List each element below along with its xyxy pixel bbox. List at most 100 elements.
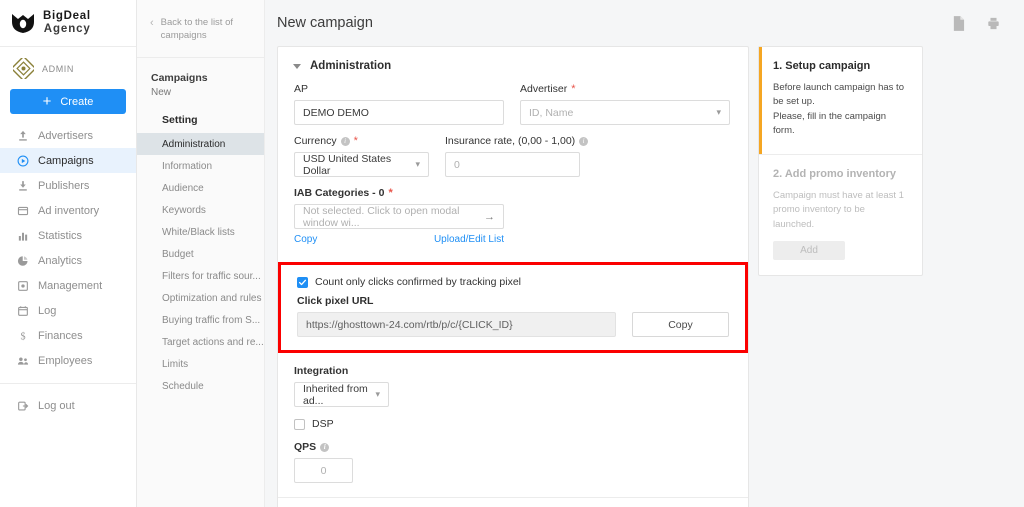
create-button[interactable]: + Create (10, 89, 126, 114)
qps-input[interactable]: 0 (294, 458, 353, 483)
administration-form-card: Administration AP DEMO DEMO Advertiser *… (277, 46, 749, 507)
iab-links: Copy Upload/Edit List (294, 234, 504, 245)
qps-label-text: QPS (294, 441, 317, 453)
required-marker: * (571, 83, 576, 95)
subnav-item-white-black-lists[interactable]: White/Black lists (137, 221, 264, 243)
subnav-item-schedule[interactable]: Schedule (137, 375, 264, 397)
breadcrumb: Campaigns New (137, 58, 264, 104)
click-pixel-url-label: Click pixel URL (297, 295, 374, 307)
subnav-item-limits[interactable]: Limits (137, 353, 264, 375)
sidebar-item-employees[interactable]: Employees (0, 348, 136, 373)
brand-line-2: Agency (43, 23, 91, 35)
sidebar-nav: Advertisers Campaigns Publishers Ad inve… (0, 123, 136, 418)
info-icon[interactable]: i (579, 136, 589, 146)
sidebar-item-analytics[interactable]: Analytics (0, 248, 136, 273)
main-content: New campaign Administration AP DEMO DEMO… (265, 0, 1024, 507)
row-currency-insurance: Currency i * USD United States Dollar ▾ (294, 135, 732, 177)
iab-placeholder: Not selected. Click to open modal window… (303, 204, 460, 229)
subnav-item-keywords[interactable]: Keywords (137, 199, 264, 221)
brand-text: BigDeal Agency (43, 10, 91, 36)
tracking-pixel-checkbox-row[interactable]: Count only clicks confirmed by tracking … (297, 276, 729, 288)
subnav-item-administration[interactable]: Administration (137, 133, 264, 156)
sidebar-label: Publishers (38, 179, 90, 192)
user-name: ADMIN (42, 63, 74, 74)
document-icon[interactable] (952, 15, 965, 31)
sidebar-item-log[interactable]: Log (0, 298, 136, 323)
copy-button-label: Copy (668, 318, 693, 331)
back-link-label: Back to the list of campaigns (160, 17, 234, 42)
sidebar-item-publishers[interactable]: Publishers (0, 173, 136, 198)
breadcrumb-sub: New (151, 87, 172, 99)
create-button-label: Create (60, 95, 94, 108)
sidebar-divider (0, 383, 136, 384)
subnav-item-filters-traffic-sources[interactable]: Filters for traffic sour... (137, 265, 264, 287)
field-ap: AP DEMO DEMO (294, 83, 504, 125)
required-marker: * (388, 187, 393, 199)
sidebar-item-campaigns[interactable]: Campaigns (0, 148, 136, 173)
copy-pixel-url-button[interactable]: Copy (631, 312, 729, 337)
subnav-item-audience[interactable]: Audience (137, 177, 264, 199)
user-profile[interactable]: ADMIN (0, 47, 136, 87)
iab-categories-selector[interactable]: Not selected. Click to open modal window… (294, 204, 504, 229)
section-title: Administration (310, 60, 392, 72)
page-header: New campaign (265, 0, 1024, 46)
chevron-down-icon (293, 63, 301, 69)
click-pixel-url-input[interactable]: https://ghosttown-24.com/rtb/p/c/{CLICK_… (297, 312, 616, 337)
sidebar-item-finances[interactable]: $ Finances (0, 323, 136, 348)
back-to-campaigns-link[interactable]: ‹ Back to the list of campaigns (137, 0, 264, 58)
step-setup-campaign: 1. Setup campaign Before launch campaign… (759, 47, 922, 154)
app-root: BigDeal Agency ADMIN + Create Advertiser… (0, 0, 1024, 507)
information-section-header[interactable]: Information (278, 498, 748, 507)
shield-logo-icon (10, 12, 36, 34)
subnav-label: Keywords (162, 204, 206, 216)
sidebar-item-statistics[interactable]: Statistics (0, 223, 136, 248)
plus-icon: + (42, 93, 52, 110)
integration-select[interactable]: Inherited from ad... ▾ (294, 382, 389, 407)
iab-copy-link[interactable]: Copy (294, 234, 317, 245)
subnav-item-target-actions[interactable]: Target actions and re... (137, 331, 264, 353)
click-pixel-url-value: https://ghosttown-24.com/rtb/p/c/{CLICK_… (306, 318, 513, 331)
tracking-pixel-checkbox[interactable] (297, 276, 308, 288)
info-icon[interactable]: i (320, 442, 330, 452)
printer-icon[interactable] (987, 17, 1000, 30)
administration-section-header[interactable]: Administration (278, 47, 748, 83)
add-promo-inventory-button[interactable]: Add (773, 241, 845, 261)
sidebar-label: Employees (38, 354, 93, 367)
dsp-label: DSP (312, 418, 334, 430)
logout-icon (16, 399, 29, 412)
subnav-item-information[interactable]: Information (137, 155, 264, 177)
sidebar-item-advertisers[interactable]: Advertisers (0, 123, 136, 148)
sidebar-item-logout[interactable]: Log out (0, 393, 136, 418)
subnav-label: Budget (162, 248, 194, 260)
sidebar-label: Analytics (38, 254, 83, 267)
brand-header: BigDeal Agency (0, 0, 136, 47)
sidebar-item-management[interactable]: Management (0, 273, 136, 298)
sidebar-label: Log (38, 304, 57, 317)
calendar-icon (16, 304, 29, 317)
field-iab-categories: IAB Categories - 0 * Not selected. Click… (294, 187, 732, 245)
integration-value: Inherited from ad... (303, 382, 368, 407)
subnav-item-optimization-and-rules[interactable]: Optimization and rules (137, 287, 264, 309)
iab-upload-edit-link[interactable]: Upload/Edit List (434, 234, 504, 245)
step-add-promo-inventory: 2. Add promo inventory Campaign must hav… (759, 155, 922, 275)
dollar-icon: $ (16, 329, 29, 342)
dsp-checkbox[interactable] (294, 418, 305, 430)
currency-select[interactable]: USD United States Dollar ▾ (294, 152, 429, 177)
sidebar-item-ad-inventory[interactable]: Ad inventory (0, 198, 136, 223)
step-description: Before launch campaign has to be set up.… (773, 82, 904, 137)
ap-input[interactable]: DEMO DEMO (294, 100, 504, 125)
advertiser-select[interactable]: ID, Name ▾ (520, 100, 730, 125)
dsp-checkbox-row[interactable]: DSP (294, 418, 732, 430)
subnav-item-buying-traffic[interactable]: Buying traffic from S... (137, 309, 264, 331)
subnav-item-budget[interactable]: Budget (137, 243, 264, 265)
content-area: Administration AP DEMO DEMO Advertiser *… (265, 46, 1024, 507)
info-icon[interactable]: i (340, 136, 350, 146)
insurance-placeholder: 0 (454, 158, 460, 171)
setting-section-header: Setting (162, 114, 198, 127)
insurance-rate-input[interactable]: 0 (445, 152, 580, 177)
chevron-down-icon: ▾ (375, 389, 380, 399)
brand-line-1: BigDeal (43, 10, 91, 23)
step-title: 1. Setup campaign (773, 60, 871, 72)
iab-label: IAB Categories - 0 * (294, 187, 732, 199)
advertiser-placeholder: ID, Name (529, 106, 574, 119)
